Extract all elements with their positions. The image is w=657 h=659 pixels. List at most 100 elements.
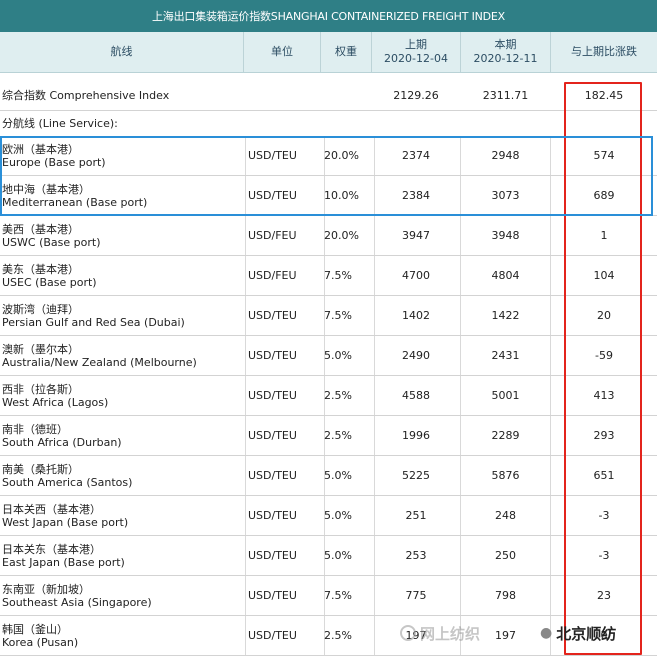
table-row: 美西（基本港） USWC (Base port) USD/FEU 20.0% 3947 3… (0, 216, 657, 256)
route-weight: 2.5% (321, 416, 375, 455)
route-unit: USD/TEU (244, 536, 325, 575)
route-name-en: South America (Santos) (2, 475, 133, 489)
route-name-en: USWC (Base port) (2, 235, 101, 249)
route-curr: 250 (461, 536, 551, 575)
header-prev: 上期 2020-12-04 (372, 32, 461, 72)
route-unit: USD/TEU (244, 296, 325, 335)
route-unit: USD/FEU (244, 256, 325, 295)
route-name-cn: 南非（德班） (2, 422, 68, 436)
route-name: 美西（基本港） USWC (Base port) (0, 216, 246, 255)
route-name-cn: 波斯湾（迪拜） (2, 302, 79, 316)
route-prev: 1996 (372, 416, 461, 455)
route-prev: 251 (372, 496, 461, 535)
route-name-cn: 日本关东（基本港） (2, 542, 101, 556)
route-weight: 7.5% (321, 296, 375, 335)
watermark-logo-icon (400, 625, 416, 641)
header-curr: 本期 2020-12-11 (461, 32, 551, 72)
table-row: 东南亚（新加坡） Southeast Asia (Singapore) USD/TE… (0, 576, 657, 616)
route-weight: 7.5% (321, 576, 375, 615)
route-prev: 4588 (372, 376, 461, 415)
route-prev: 775 (372, 576, 461, 615)
route-weight: 20.0% (321, 216, 375, 255)
route-name-en: Korea (Pusan) (2, 635, 79, 649)
route-name-en: West Africa (Lagos) (2, 395, 109, 409)
composite-curr: 2311.71 (482, 88, 529, 102)
route-weight: 2.5% (321, 616, 375, 655)
route-name: 东南亚（新加坡） Southeast Asia (Singapore) (0, 576, 246, 615)
route-curr: 2289 (461, 416, 551, 455)
composite-prev: 2129.26 (393, 88, 439, 102)
route-curr: 1422 (461, 296, 551, 335)
route-name-en: East Japan (Base port) (2, 555, 125, 569)
route-curr: 2431 (461, 336, 551, 375)
route-unit: USD/TEU (244, 496, 325, 535)
route-name-en: Australia/New Zealand (Melbourne) (2, 355, 197, 369)
route-name-cn: 韩国（釜山） (2, 622, 68, 636)
wechat-icon: ● (540, 625, 553, 641)
route-curr: 3948 (461, 216, 551, 255)
route-unit: USD/FEU (244, 216, 325, 255)
route-curr: 5001 (461, 376, 551, 415)
route-weight: 5.0% (321, 456, 375, 495)
header-change: 与上期比涨跌 (571, 45, 637, 58)
route-name-en: Persian Gulf and Red Sea (Dubai) (2, 315, 185, 329)
route-unit: USD/TEU (244, 456, 325, 495)
section-row: 分航线 (Line Service): (0, 111, 657, 135)
route-name-cn: 南美（桑托斯） (2, 462, 79, 476)
route-name: 韩国（釜山） Korea (Pusan) (0, 616, 246, 655)
route-curr: 248 (461, 496, 551, 535)
route-curr: 4804 (461, 256, 551, 295)
europe-med-highlight-box (0, 136, 653, 216)
route-name: 南非（德班） South Africa (Durban) (0, 416, 246, 455)
route-unit: USD/TEU (244, 576, 325, 615)
route-name: 波斯湾（迪拜） Persian Gulf and Red Sea (Dubai) (0, 296, 246, 335)
route-unit: USD/TEU (244, 336, 325, 375)
section-label: 分航线 (Line Service): (2, 116, 118, 130)
route-name-en: South Africa (Durban) (2, 435, 122, 449)
watermark-left: 网上纺织 (400, 622, 480, 644)
route-prev: 4700 (372, 256, 461, 295)
route-prev: 253 (372, 536, 461, 575)
route-name-cn: 澳新（墨尔本） (2, 342, 79, 356)
route-prev: 5225 (372, 456, 461, 495)
route-name: 日本关东（基本港） East Japan (Base port) (0, 536, 246, 575)
table-row: 澳新（墨尔本） Australia/New Zealand (Melbourne)… (0, 336, 657, 376)
route-unit: USD/TEU (244, 376, 325, 415)
route-name: 日本关西（基本港） West Japan (Base port) (0, 496, 246, 535)
route-weight: 5.0% (321, 536, 375, 575)
table-header: 航线 单位 权重 上期 2020-12-04 本期 2020-12-11 与上期比涨… (0, 32, 657, 73)
route-weight: 5.0% (321, 336, 375, 375)
route-prev: 3947 (372, 216, 461, 255)
route-curr: 798 (461, 576, 551, 615)
route-name-cn: 美西（基本港） (2, 222, 79, 236)
header-weight: 权重 (321, 32, 372, 72)
route-name-cn: 西非（拉各斯） (2, 382, 79, 396)
route-unit: USD/TEU (244, 416, 325, 455)
table-row: 日本关东（基本港） East Japan (Base port) USD/TEU 5.… (0, 536, 657, 576)
route-weight: 7.5% (321, 256, 375, 295)
table-row: 美东（基本港） USEC (Base port) USD/FEU 7.5% 4700 48… (0, 256, 657, 296)
route-curr: 5876 (461, 456, 551, 495)
route-unit: USD/TEU (244, 616, 325, 655)
route-name-en: West Japan (Base port) (2, 515, 129, 529)
table-row: 南非（德班） South Africa (Durban) USD/TEU 2.5% 19… (0, 416, 657, 456)
table-row: 波斯湾（迪拜） Persian Gulf and Red Sea (Dubai) U… (0, 296, 657, 336)
route-name-cn: 美东（基本港） (2, 262, 79, 276)
route-name: 西非（拉各斯） West Africa (Lagos) (0, 376, 246, 415)
route-name: 南美（桑托斯） South America (Santos) (0, 456, 246, 495)
route-weight: 5.0% (321, 496, 375, 535)
watermark-right: ● 北京顺纺 (540, 624, 617, 643)
route-name-cn: 东南亚（新加坡） (2, 582, 90, 596)
route-name-en: USEC (Base port) (2, 275, 97, 289)
route-name-cn: 日本关西（基本港） (2, 502, 101, 516)
table-row: 日本关西（基本港） West Japan (Base port) USD/TEU 5.… (0, 496, 657, 536)
route-prev: 2490 (372, 336, 461, 375)
route-prev: 1402 (372, 296, 461, 335)
table-row: 西非（拉各斯） West Africa (Lagos) USD/TEU 2.5% 458… (0, 376, 657, 416)
header-unit: 单位 (244, 32, 321, 72)
header-route: 航线 (0, 32, 244, 72)
composite-name: 综合指数 Comprehensive Index (2, 88, 170, 102)
route-name-en: Southeast Asia (Singapore) (2, 595, 152, 609)
table-title: 上海出口集装箱运价指数SHANGHAI CONTAINERIZED FREIGH… (0, 0, 657, 32)
composite-row: 综合指数 Comprehensive Index 2129.26 2311.71… (0, 80, 657, 111)
